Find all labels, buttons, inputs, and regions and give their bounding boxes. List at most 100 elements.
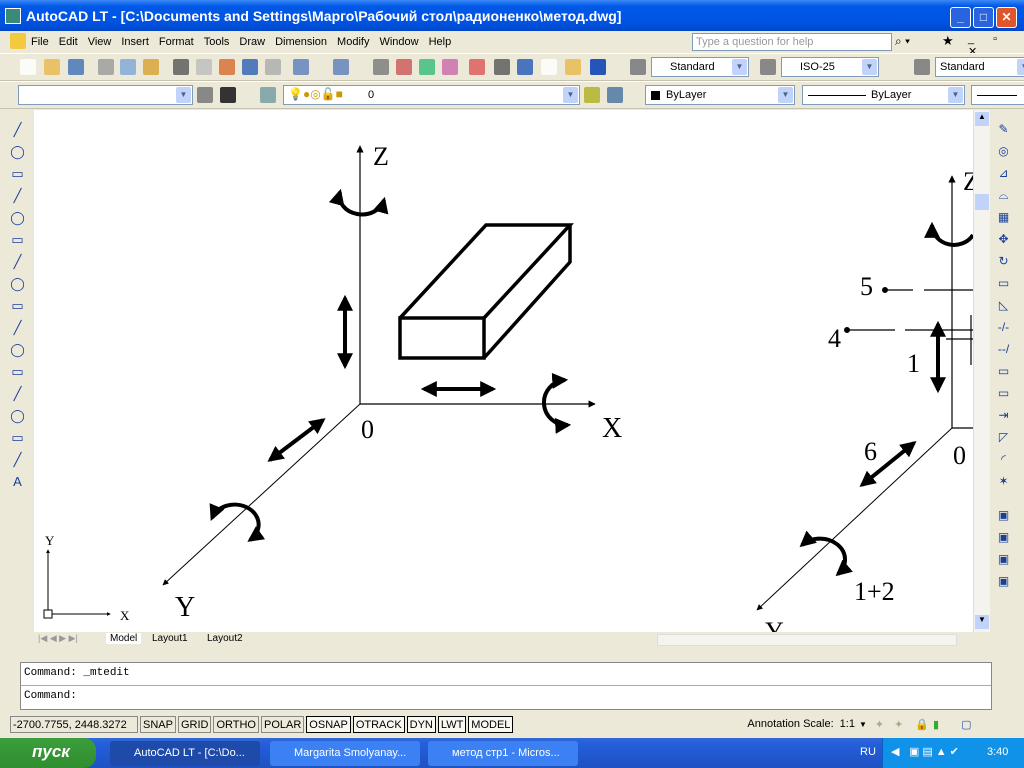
paste-icon[interactable] (219, 59, 235, 75)
pan-icon[interactable] (373, 59, 389, 75)
chevron-down-icon[interactable]: ▼ (778, 87, 793, 103)
scroll-up-icon[interactable]: ▲ (975, 112, 989, 126)
chevron-down-icon[interactable]: ▼ (859, 720, 867, 729)
tab-model[interactable]: Model (106, 633, 142, 644)
table-style-icon[interactable] (914, 59, 930, 75)
circle-icon[interactable]: ╱ (10, 254, 25, 269)
new-icon[interactable] (20, 59, 36, 75)
clean-screen-icon[interactable]: ▮ (933, 718, 939, 731)
search-icon[interactable]: ⌕ ▾ (895, 34, 910, 49)
text-style-select[interactable]: Standard ▼ (651, 57, 749, 77)
break-icon[interactable]: ▭ (996, 386, 1011, 401)
my-workspace-icon[interactable] (220, 87, 236, 103)
rotate-icon[interactable]: ↻ (996, 254, 1011, 269)
array-icon[interactable]: ▦ (996, 210, 1011, 225)
toggle-lwt[interactable]: LWT (437, 715, 467, 733)
revision-cloud-icon[interactable]: ◯ (10, 276, 25, 291)
line-icon[interactable]: ╱ (10, 122, 25, 137)
tab-navigation-arrows[interactable]: |◀ ◀ ▶ ▶| (38, 633, 78, 644)
chevron-down-icon[interactable]: ▼ (1017, 59, 1024, 75)
open-icon[interactable] (44, 59, 60, 75)
start-button[interactable]: пуск (0, 738, 96, 768)
match-properties-icon[interactable] (242, 59, 258, 75)
fillet-icon[interactable]: ◜ (996, 452, 1011, 467)
tab-layout2[interactable]: Layout2 (207, 633, 243, 644)
layer-properties-icon[interactable] (260, 87, 276, 103)
drawing-canvas[interactable]: Z 0 X Y Z 5 4 1 6 0 1+2 Y Y X (34, 110, 973, 632)
break-at-point-icon[interactable]: ▭ (996, 364, 1011, 379)
minimize-button[interactable]: _ (950, 7, 971, 28)
menu-help[interactable]: Help (429, 36, 452, 48)
menu-draw[interactable]: Draw (239, 36, 265, 48)
workspace-select[interactable]: ▼ (18, 85, 193, 105)
close-button[interactable]: ✕ (996, 7, 1017, 28)
extend-icon[interactable]: --/ (996, 342, 1011, 357)
toggle-dyn[interactable]: DYN (406, 715, 436, 733)
polygon-icon[interactable]: ╱ (10, 188, 25, 203)
preview-icon[interactable] (120, 59, 136, 75)
menu-modify[interactable]: Modify (337, 36, 369, 48)
zoom-window-icon[interactable] (419, 59, 435, 75)
save-icon[interactable] (68, 59, 84, 75)
zoom-previous-icon[interactable] (442, 59, 458, 75)
redo-icon[interactable] (333, 59, 349, 75)
sheet-set-icon[interactable] (541, 59, 557, 75)
rectangle-icon[interactable]: ◯ (10, 210, 25, 225)
construction-line-icon[interactable]: ◯ (10, 144, 25, 159)
task-word[interactable]: метод стр1 - Micros... (428, 741, 578, 766)
cut-icon[interactable] (173, 59, 189, 75)
command-input[interactable]: Command: (21, 686, 991, 706)
toggle-grid[interactable]: GRID (177, 715, 212, 733)
copy-object-icon[interactable]: ◎ (996, 144, 1011, 159)
publish-icon[interactable] (143, 59, 159, 75)
lineweight-select[interactable] (971, 85, 1024, 105)
toggle-model[interactable]: MODEL (468, 715, 514, 733)
block-editor-icon[interactable] (265, 59, 281, 75)
toggle-otrack[interactable]: OTRACK (352, 715, 405, 733)
table-icon[interactable]: ╱ (10, 452, 25, 467)
toggle-snap[interactable]: SNAP (140, 715, 176, 733)
menu-tools[interactable]: Tools (204, 36, 230, 48)
properties-icon[interactable] (469, 59, 485, 75)
chevron-down-icon[interactable]: ▼ (862, 59, 877, 75)
fullscreen-icon[interactable]: ▢ (961, 718, 971, 731)
command-window[interactable]: Command: _mtedit Command: (20, 662, 992, 710)
annotation-visibility-icon[interactable]: ✦ (875, 718, 884, 731)
workspace-settings-icon[interactable] (197, 87, 213, 103)
send-under-icon[interactable]: ▣ (996, 574, 1011, 589)
menu-edit[interactable]: Edit (59, 36, 78, 48)
polyline-icon[interactable]: ▭ (10, 166, 25, 181)
zoom-realtime-icon[interactable] (396, 59, 412, 75)
help-icon[interactable] (590, 59, 606, 75)
make-block-icon[interactable]: ▭ (10, 364, 25, 379)
task-opera[interactable]: Margarita Smolyanay... (270, 741, 420, 766)
multiline-text-icon[interactable]: A (10, 474, 25, 489)
explode-icon[interactable]: ✶ (996, 474, 1011, 489)
tray-expand-icon[interactable]: ◀ (891, 745, 899, 758)
menu-view[interactable]: View (88, 36, 112, 48)
favorites-star-icon[interactable]: ★ (942, 33, 954, 49)
region-icon[interactable]: ▭ (10, 430, 25, 445)
menu-insert[interactable]: Insert (121, 36, 149, 48)
tray-icons[interactable]: ▣▤▲✔ (909, 745, 962, 758)
undo-icon[interactable] (293, 59, 309, 75)
dim-style-icon[interactable] (760, 59, 776, 75)
print-icon[interactable] (98, 59, 114, 75)
lock-icon[interactable]: 🔒 (915, 718, 929, 731)
dim-style-select[interactable]: ISO-25 ▼ (781, 57, 879, 77)
toggle-ortho[interactable]: ORTHO (213, 715, 259, 733)
menu-window[interactable]: Window (379, 36, 418, 48)
design-center-icon[interactable] (494, 59, 510, 75)
stretch-icon[interactable]: ◺ (996, 298, 1011, 313)
toggle-osnap[interactable]: OSNAP (306, 715, 351, 733)
chevron-down-icon[interactable]: ▼ (176, 87, 191, 103)
draw-order-back-icon[interactable]: ▣ (996, 530, 1011, 545)
text-style-icon[interactable] (630, 59, 646, 75)
markup-icon[interactable] (565, 59, 581, 75)
make-current-layer-icon[interactable] (584, 87, 600, 103)
tool-palettes-icon[interactable] (517, 59, 533, 75)
arc-icon[interactable]: ▭ (10, 232, 25, 247)
tab-layout1[interactable]: Layout1 (152, 633, 188, 644)
insert-block-icon[interactable]: ◯ (10, 342, 25, 357)
toggle-polar[interactable]: POLAR (261, 715, 305, 733)
